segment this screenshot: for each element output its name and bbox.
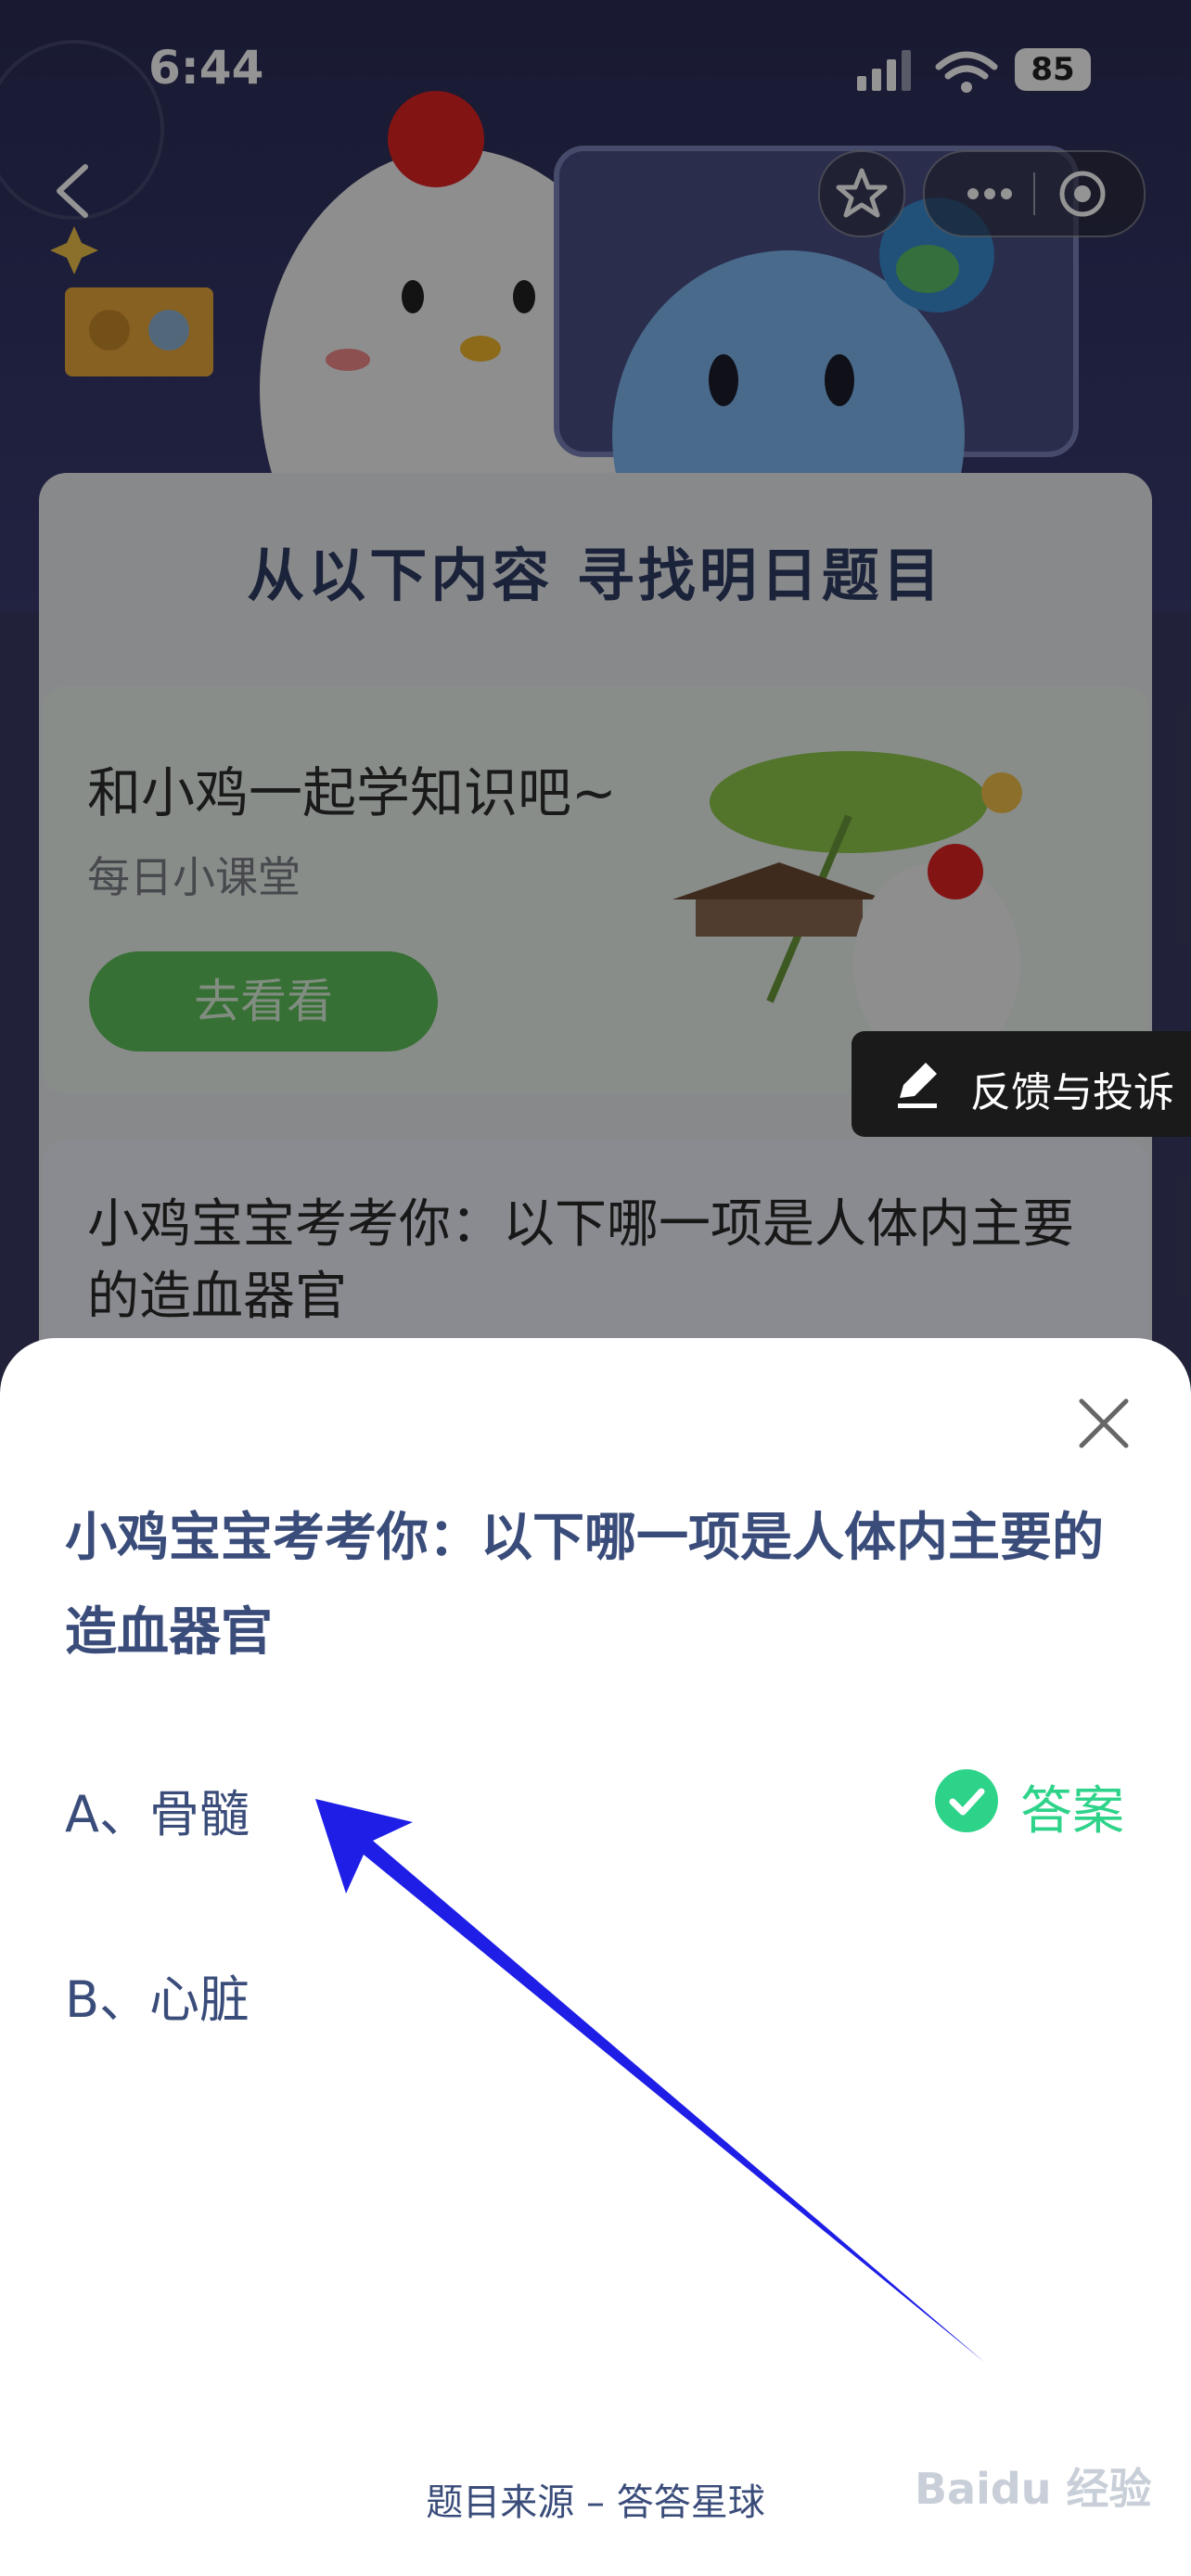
close-icon[interactable]: [1076, 1396, 1132, 1451]
option-a[interactable]: A、骨髓: [65, 1773, 250, 1846]
option-b[interactable]: B、心脏: [65, 1958, 250, 2032]
feedback-button[interactable]: 反馈与投诉: [852, 1031, 1191, 1137]
question-title: 小鸡宝宝考考你：以下哪一项是人体内主要的造血器官: [65, 1508, 1104, 1663]
baidu-watermark: Baidu 经验: [915, 2464, 1152, 2514]
check-circle-icon: [935, 1769, 998, 1832]
feedback-label: 反馈与投诉: [970, 1069, 1174, 1116]
edit-pencil-icon: [898, 1063, 937, 1108]
answer-label: 答案: [1020, 1781, 1124, 1842]
